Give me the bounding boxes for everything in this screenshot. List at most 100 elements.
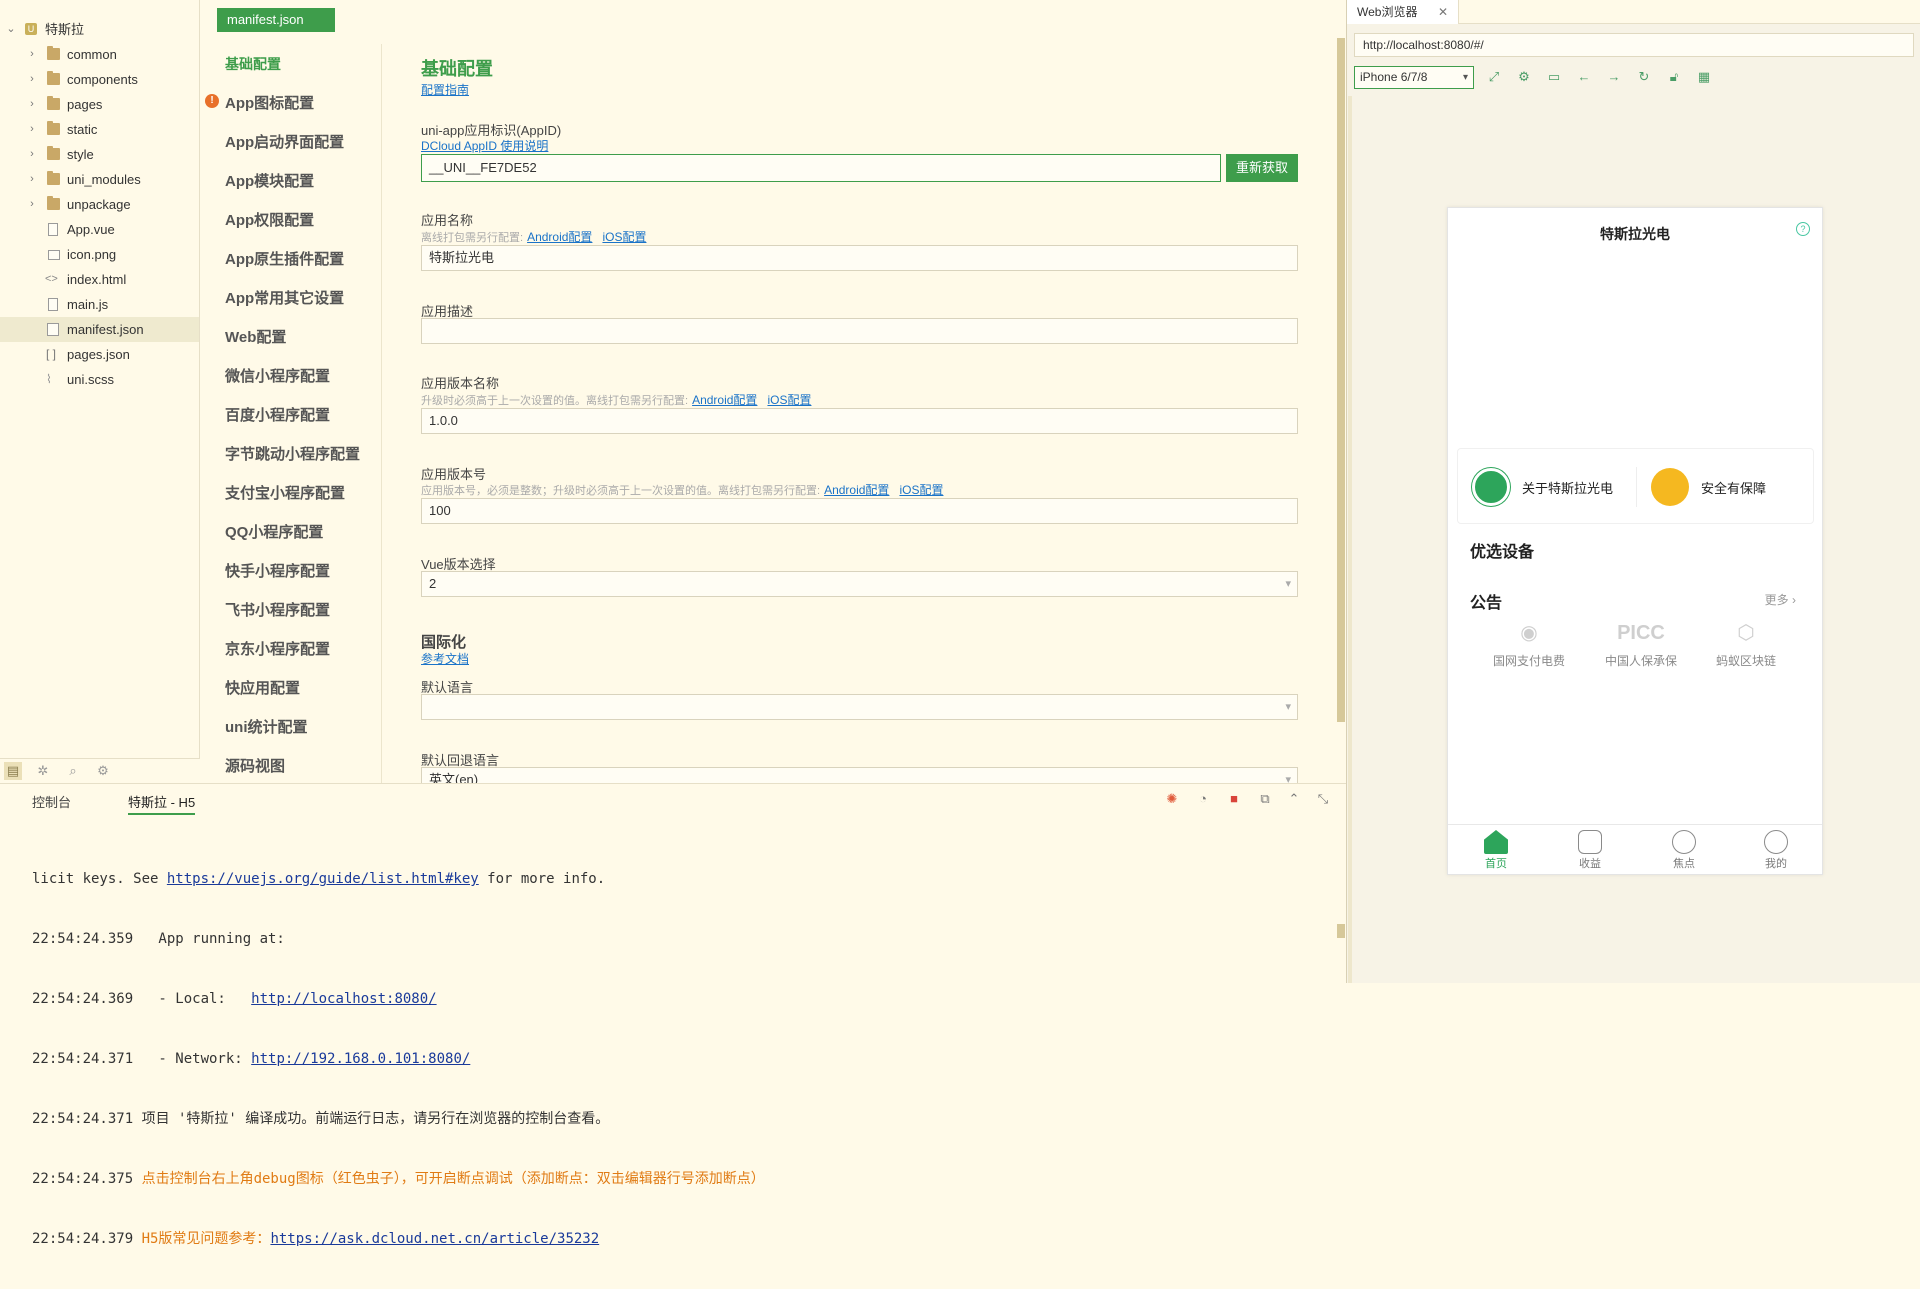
chevron-right-icon[interactable]: › [27,92,37,117]
run-icon[interactable]: ◔ [1194,790,1212,808]
nav-wechat-mp-config[interactable]: 微信小程序配置 [225,365,330,386]
console-icon[interactable]: ▭ [1544,67,1564,87]
tab-earnings[interactable]: 收益 [1550,828,1630,871]
tree-item-uni-modules[interactable]: › uni_modules [0,167,199,192]
tree-item-style[interactable]: › style [0,142,199,167]
rotate-icon[interactable]: ⤢ [1484,67,1504,87]
ios-config-link[interactable]: iOS配置 [899,483,943,497]
tree-project[interactable]: ⌄ U 特斯拉 [0,17,199,42]
android-config-link[interactable]: Android配置 [692,393,757,407]
version-name-input[interactable]: 1.0.0 [421,408,1298,434]
nav-jd-mp-config[interactable]: 京东小程序配置 [225,638,330,659]
config-guide-link[interactable]: 配置指南 [421,81,469,98]
tree-item-index-html[interactable]: <> index.html [0,267,199,292]
tree-item-pages-json[interactable]: [ ] pages.json [0,342,199,367]
close-panel-icon[interactable]: ⤡ [1314,790,1332,808]
nav-app-permission-config[interactable]: App权限配置 [225,209,314,230]
nav-quickapp-config[interactable]: 快应用配置 [225,677,300,698]
nav-app-native-plugin-config[interactable]: App原生插件配置 [225,248,344,269]
chevron-right-icon[interactable]: › [27,67,37,92]
tree-item-components[interactable]: › components [0,67,199,92]
tree-item-icon-png[interactable]: icon.png [0,242,199,267]
open-external-icon[interactable]: ⧉ [1256,790,1274,808]
nav-baidu-mp-config[interactable]: 百度小程序配置 [225,404,330,425]
tree-item-main-js[interactable]: main.js [0,292,199,317]
tab-home[interactable]: 首页 [1456,828,1536,871]
nav-basic-config[interactable]: 基础配置 [225,54,281,74]
tab-h5-run[interactable]: 特斯拉 - H5 [128,792,196,815]
settings-icon[interactable]: ⚙ [1514,67,1534,87]
i18n-doc-link[interactable]: 参考文档 [421,650,469,667]
folder-icon[interactable]: ▤ [4,762,22,780]
appid-help-link[interactable]: DCloud AppID 使用说明 [421,137,548,154]
ios-config-link[interactable]: iOS配置 [602,230,646,244]
chevron-up-icon[interactable]: ⌃ [1285,790,1303,808]
refresh-icon[interactable]: ↻ [1634,67,1654,87]
fallback-lang-select[interactable]: 英文(en) [421,767,1298,784]
tree-item-pages[interactable]: › pages [0,92,199,117]
reget-appid-button[interactable]: 重新获取 [1226,154,1298,182]
chevron-down-icon[interactable]: ⌄ [6,17,16,42]
forward-icon[interactable]: → [1604,67,1624,87]
plugin-icon[interactable]: ⚙ [94,762,112,780]
log-link[interactable]: https://ask.dcloud.net.cn/article/35232 [270,1231,599,1247]
stop-icon[interactable]: ■ [1225,790,1243,808]
nav-bytedance-mp-config[interactable]: 字节跳动小程序配置 [225,443,360,464]
tree-item-app-vue[interactable]: App.vue [0,217,199,242]
card-safe[interactable]: 安全有保障 [1637,449,1815,525]
default-lang-select[interactable] [421,694,1298,720]
back-icon[interactable]: ← [1574,67,1594,87]
version-code-input[interactable]: 100 [421,498,1298,524]
tree-item-uni-scss[interactable]: ⌇ uni.scss [0,367,199,392]
android-config-link[interactable]: Android配置 [527,230,592,244]
log-link[interactable]: http://localhost:8080/ [251,991,436,1007]
tree-item-manifest-json[interactable]: manifest.json [0,317,199,342]
browser-scrollbar[interactable] [1348,96,1352,983]
nav-app-module-config[interactable]: App模块配置 [225,170,314,191]
nav-app-other-settings[interactable]: App常用其它设置 [225,287,344,308]
app-name-input[interactable]: 特斯拉光电 [421,245,1298,271]
nav-qq-mp-config[interactable]: QQ小程序配置 [225,521,323,542]
log-link[interactable]: http://192.168.0.101:8080/ [251,1051,470,1067]
tree-item-unpackage[interactable]: › unpackage [0,192,199,217]
editor-scrollbar[interactable] [1337,38,1345,722]
appid-input[interactable]: __UNI__FE7DE52 [421,154,1221,182]
tab-web-browser[interactable]: Web浏览器 ✕ [1347,0,1459,24]
nav-web-config[interactable]: Web配置 [225,326,286,347]
chevron-right-icon[interactable]: › [27,142,37,167]
vue-version-select[interactable]: 2 [421,571,1298,597]
tab-manifest-json[interactable]: manifest.json [217,8,335,32]
help-icon[interactable]: ? [1796,222,1810,236]
debug-icon[interactable]: ✲ [34,762,52,780]
tab-focus[interactable]: 焦点 [1644,828,1724,871]
url-input[interactable]: http://localhost:8080/#/ [1354,33,1914,57]
nav-feishu-mp-config[interactable]: 飞书小程序配置 [225,599,330,620]
nav-app-icon-config[interactable]: App图标配置 [225,92,314,113]
app-desc-input[interactable] [421,318,1298,344]
chevron-right-icon[interactable]: › [27,42,37,67]
tree-item-common[interactable]: › common [0,42,199,67]
grid-icon[interactable]: ▦ [1694,67,1714,87]
log-link[interactable]: https://vuejs.org/guide/list.html#key [167,871,479,887]
tab-console[interactable]: 控制台 [32,792,71,811]
tree-item-static[interactable]: › static [0,117,199,142]
card-about[interactable]: 关于特斯拉光电 [1458,449,1636,525]
close-icon[interactable]: ✕ [1438,0,1448,24]
lock-icon[interactable]: 🔓︎ [1664,67,1684,87]
android-config-link[interactable]: Android配置 [824,483,889,497]
nav-uni-stat-config[interactable]: uni统计配置 [225,716,308,737]
device-select[interactable]: iPhone 6/7/8 [1354,66,1474,89]
chevron-right-icon[interactable]: › [27,117,37,142]
nav-kuaishou-mp-config[interactable]: 快手小程序配置 [225,560,330,581]
chevron-right-icon[interactable]: › [27,192,37,217]
nav-app-splash-config[interactable]: App启动界面配置 [225,131,344,152]
debug-bug-icon[interactable]: ✺ [1163,790,1181,808]
ios-config-link[interactable]: iOS配置 [767,393,811,407]
tab-mine[interactable]: 我的 [1736,828,1816,871]
nav-source-view[interactable]: 源码视图 [225,755,285,776]
search-icon[interactable]: ⌕ [64,762,82,780]
more-link[interactable]: 更多 › [1765,591,1796,608]
console-scrollbar[interactable] [1337,924,1345,938]
nav-alipay-mp-config[interactable]: 支付宝小程序配置 [225,482,345,503]
chevron-right-icon[interactable]: › [27,167,37,192]
